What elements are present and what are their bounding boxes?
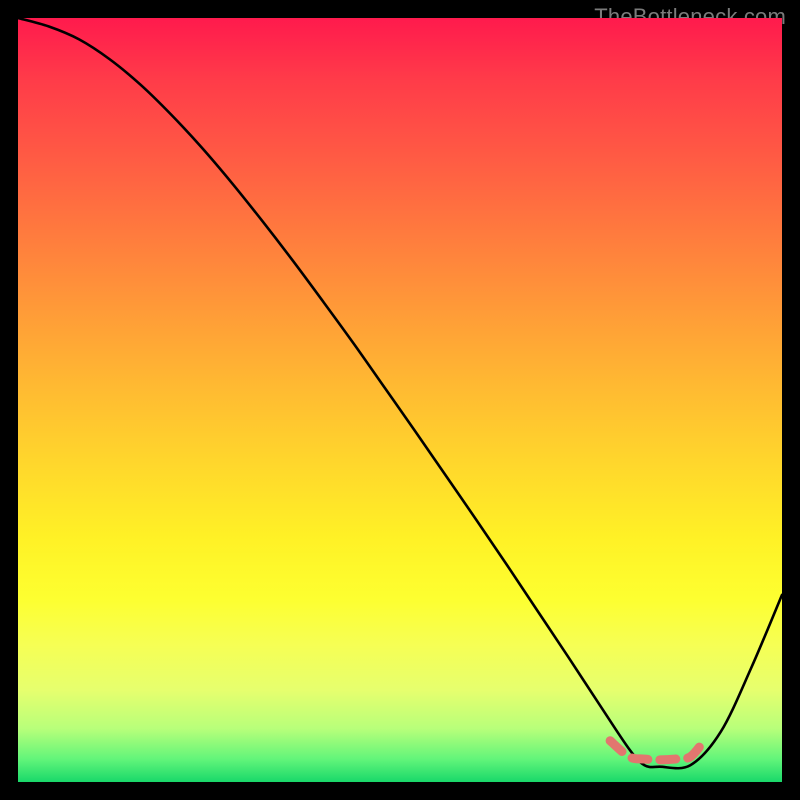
chart-frame: TheBottleneck.com xyxy=(0,0,800,800)
plot-area xyxy=(18,18,782,782)
bottleneck-curve xyxy=(18,18,782,782)
